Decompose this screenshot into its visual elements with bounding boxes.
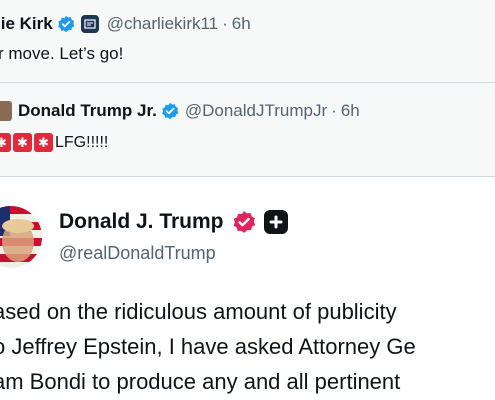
nested-author-name[interactable]: Donald Trump Jr. bbox=[18, 101, 157, 121]
police-siren-emoji-icon: ✱ bbox=[34, 133, 53, 152]
affiliate-badge-icon bbox=[80, 15, 99, 33]
verified-badge-icon bbox=[57, 15, 75, 33]
quoted-tweet[interactable]: lie Kirk @charliekirk11 · 6h r move. Let… bbox=[0, 0, 495, 177]
main-author-name[interactable]: Donald J. Trump bbox=[59, 210, 224, 234]
post-body-line: am Bondi to produce any and all pertinen… bbox=[0, 369, 401, 394]
post-body-line: o Jeffrey Epstein, I have asked Attorney… bbox=[0, 334, 416, 359]
nested-quote-text: LFG!!!!! bbox=[55, 133, 109, 151]
plus-badge-icon bbox=[263, 210, 288, 234]
nested-quote-text-row: ✱ ✱ ✱ LFG!!!!! bbox=[0, 133, 108, 152]
gold-verified-badge-icon bbox=[233, 211, 255, 233]
avatar[interactable] bbox=[0, 206, 42, 268]
main-post-header: Donald J. Trump @realDonaldTrump bbox=[0, 198, 495, 278]
verified-badge-icon bbox=[162, 102, 179, 120]
main-post-body: ased on the ridiculous amount of publici… bbox=[0, 294, 495, 399]
quoted-tweet-header: lie Kirk @charliekirk11 · 6h bbox=[0, 10, 251, 38]
police-siren-emoji-icon: ✱ bbox=[0, 133, 11, 152]
separator-dot: · bbox=[331, 101, 337, 120]
nested-author-handle[interactable]: @DonaldJTrumpJr bbox=[185, 101, 327, 121]
nested-timestamp[interactable]: 6h bbox=[341, 101, 360, 121]
nested-quote-header: Donald Trump Jr. @DonaldJTrumpJr · 6h bbox=[0, 101, 360, 121]
avatar[interactable] bbox=[0, 101, 12, 121]
main-author-name-row: Donald J. Trump bbox=[59, 210, 288, 234]
nested-quoted-tweet[interactable]: Donald Trump Jr. @DonaldJTrumpJr · 6h ✱ … bbox=[0, 82, 495, 176]
police-siren-emoji-icon: ✱ bbox=[13, 133, 32, 152]
quoted-author-name[interactable]: lie Kirk bbox=[0, 14, 53, 34]
main-author-handle[interactable]: @realDonaldTrump bbox=[59, 243, 216, 264]
quoted-timestamp[interactable]: 6h bbox=[232, 14, 251, 34]
separator-dot: · bbox=[222, 14, 228, 33]
quoted-author-handle[interactable]: @charliekirk11 bbox=[107, 14, 218, 34]
quoted-tweet-text: r move. Let’s go! bbox=[0, 44, 124, 63]
post-body-line: ased on the ridiculous amount of publici… bbox=[0, 299, 397, 324]
